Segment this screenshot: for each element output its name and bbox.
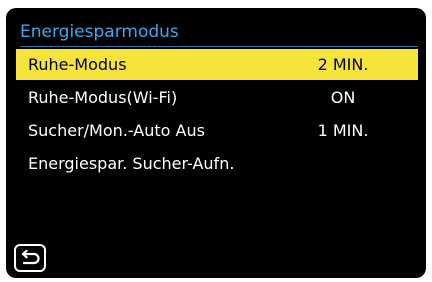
menu-list: Ruhe-Modus 2 MIN. Ruhe-Modus(Wi-Fi) ON S… [16, 49, 418, 181]
menu-item-ruhe-modus[interactable]: Ruhe-Modus 2 MIN. [16, 49, 418, 80]
menu-item-label: Ruhe-Modus(Wi-Fi) [28, 88, 178, 107]
menu-item-ruhe-modus-wifi[interactable]: Ruhe-Modus(Wi-Fi) ON [16, 82, 418, 113]
menu-item-label: Sucher/Mon.-Auto Aus [28, 121, 205, 140]
back-button[interactable] [14, 244, 46, 272]
menu-item-label: Energiespar. Sucher-Aufn. [28, 154, 235, 173]
menu-item-value: ON [330, 88, 356, 107]
menu-title: Energiesparmodus [20, 22, 179, 42]
menu-item-value: 1 MIN. [317, 121, 369, 140]
menu-item-energiespar-sucher-aufn[interactable]: Energiespar. Sucher-Aufn. [16, 148, 418, 179]
menu-item-value: 2 MIN. [317, 55, 369, 74]
menu-item-label: Ruhe-Modus [28, 55, 127, 74]
title-divider [20, 46, 418, 47]
camera-menu-screen: Energiesparmodus Ruhe-Modus 2 MIN. Ruhe-… [6, 8, 426, 278]
return-arrow-icon [21, 250, 40, 265]
menu-item-sucher-mon-auto-aus[interactable]: Sucher/Mon.-Auto Aus 1 MIN. [16, 115, 418, 146]
